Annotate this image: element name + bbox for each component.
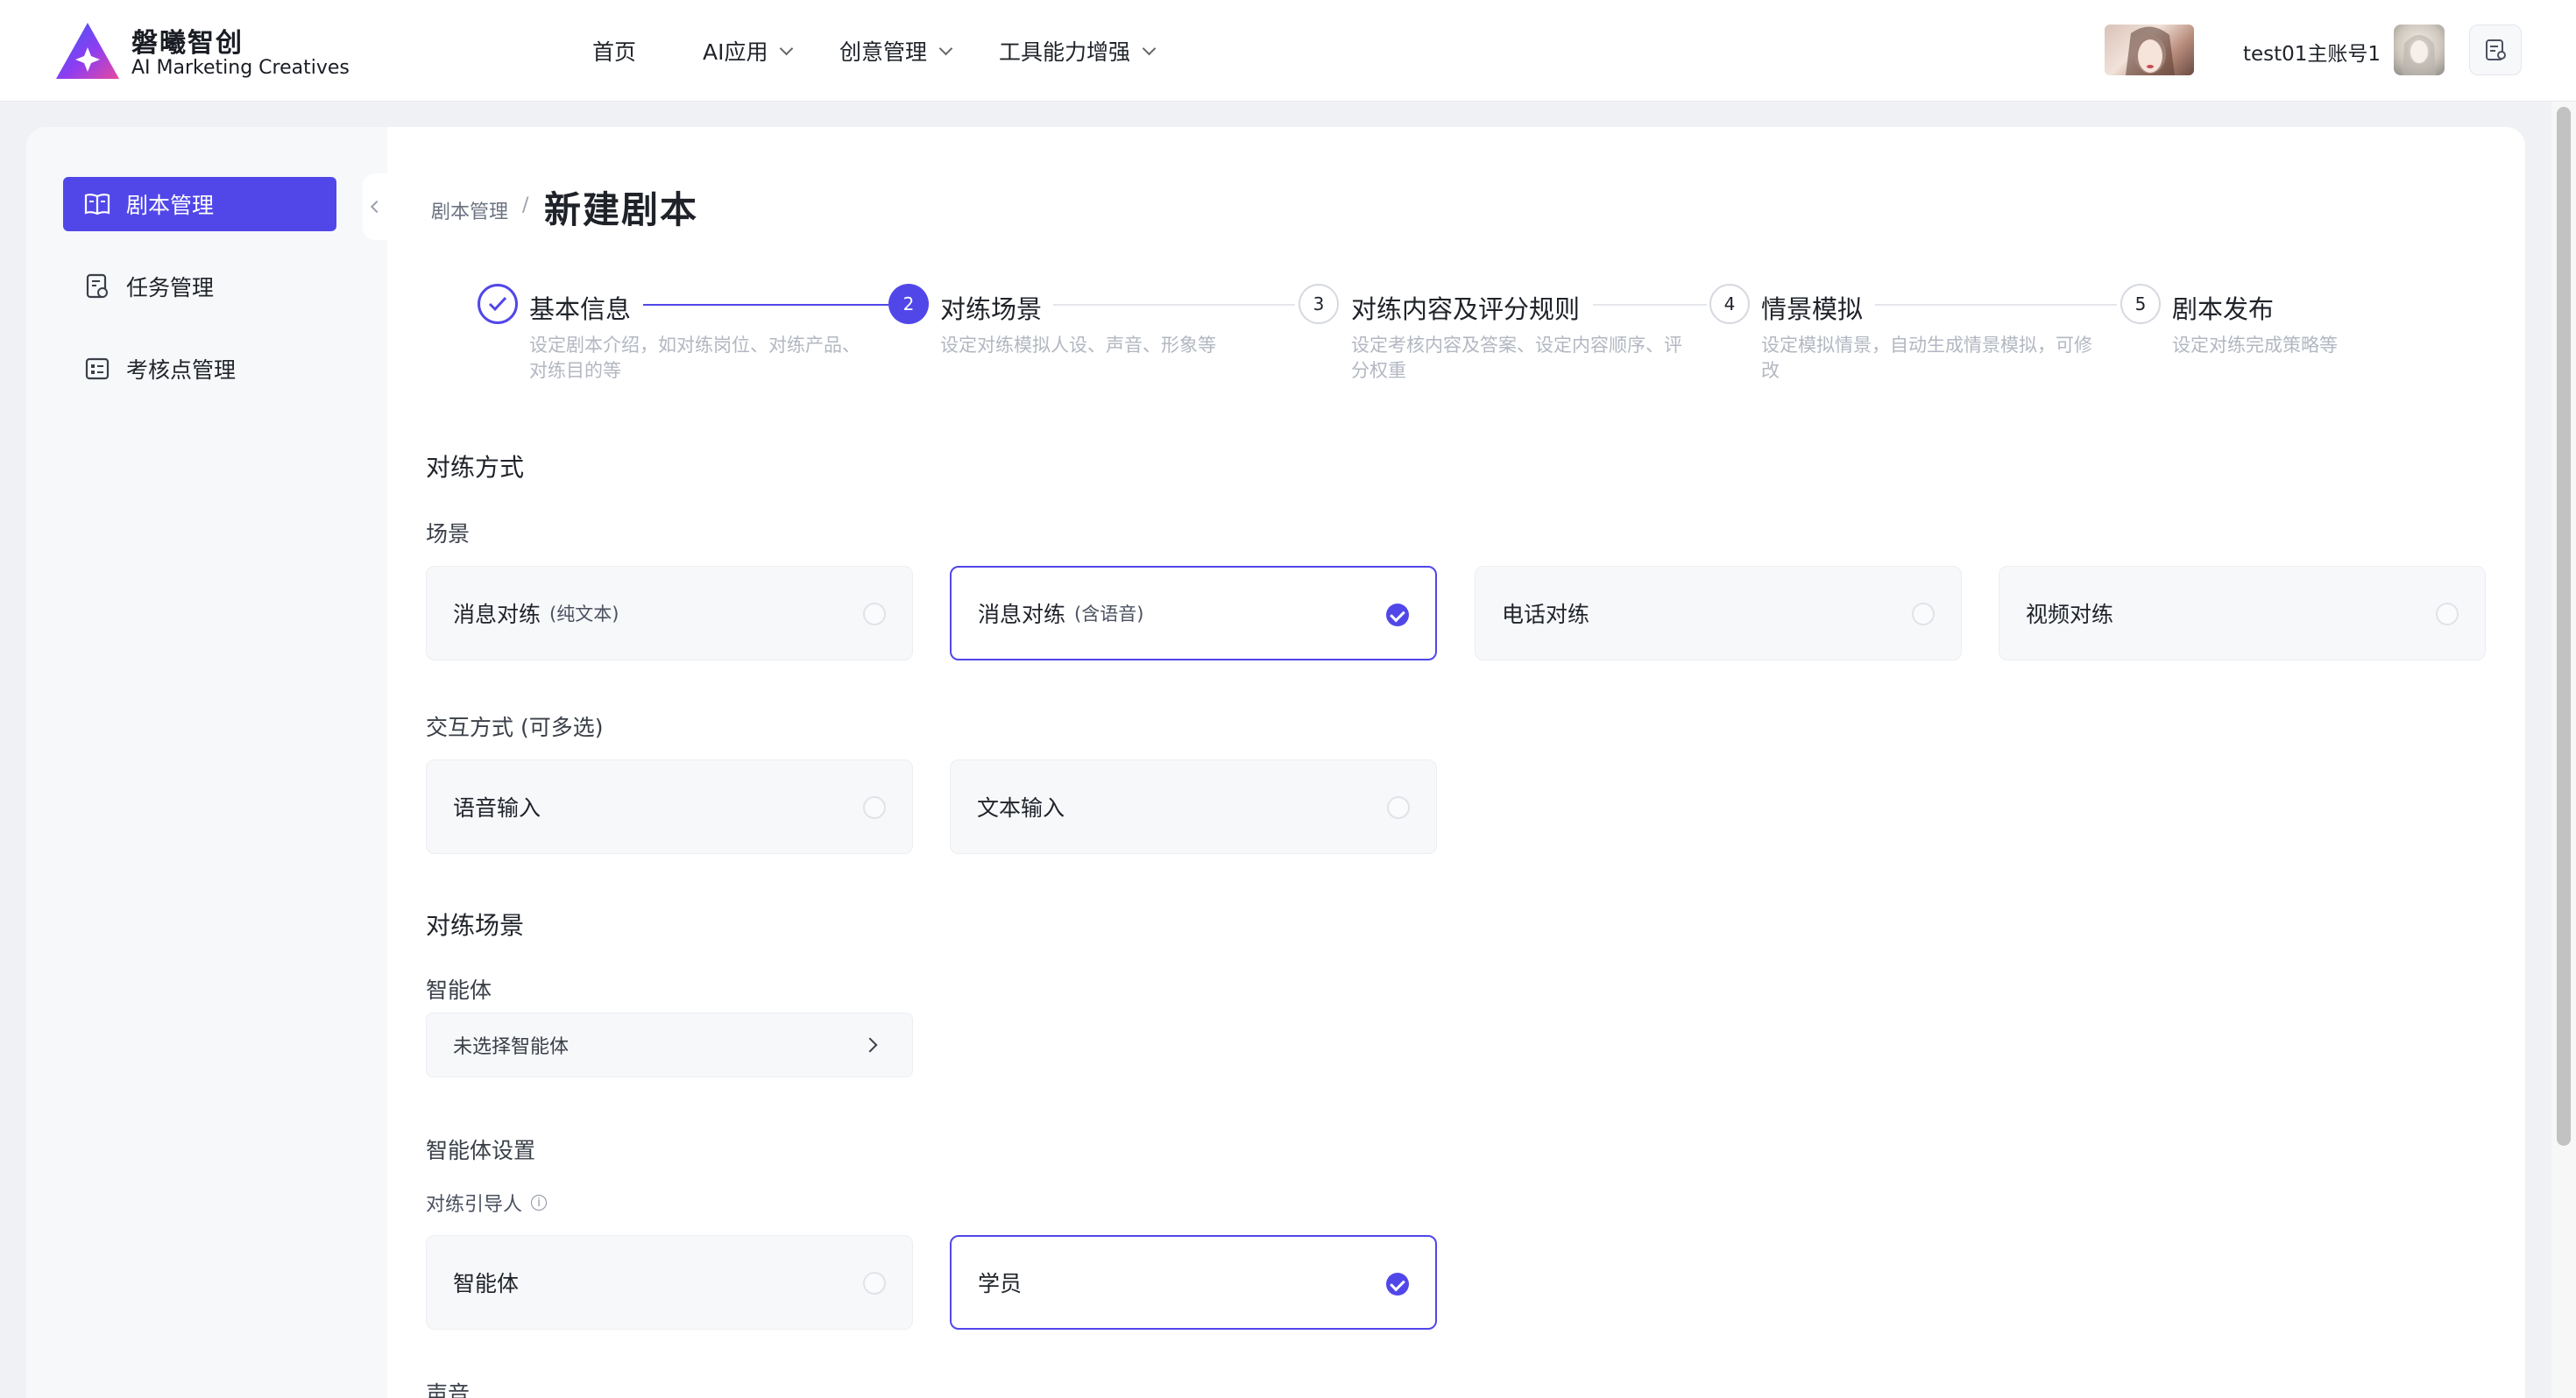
scene-option-video[interactable]: 视频对练: [1999, 566, 2486, 660]
brand-logo-icon[interactable]: [54, 21, 121, 81]
agent-label: 智能体: [426, 978, 492, 1003]
checklist-icon: [84, 356, 110, 382]
nav-tools-label: 工具能力增强: [999, 39, 1131, 65]
step-connector: [643, 304, 888, 306]
step-connector: [1053, 304, 1295, 306]
step-2-desc: 设定对练模拟人设、声音、形象等: [940, 335, 1216, 356]
radio-checked-icon[interactable]: [1386, 604, 1409, 626]
chevron-down-icon: [780, 41, 794, 55]
scrollbar-thumb[interactable]: [2557, 107, 2571, 1146]
step-1-indicator[interactable]: [478, 284, 518, 324]
voice-label: 声音: [426, 1381, 471, 1398]
step-1-title[interactable]: 基本信息: [529, 289, 631, 326]
agent-select[interactable]: 未选择智能体: [426, 1013, 913, 1077]
breadcrumb-separator: /: [522, 194, 529, 216]
avatar[interactable]: [2394, 25, 2445, 75]
nav-home-label: 首页: [592, 39, 637, 65]
interaction-option-voice-input[interactable]: 语音输入: [426, 759, 913, 854]
practice-scene-title: 对练场景: [426, 911, 525, 940]
option-sublabel: (纯文本): [549, 604, 619, 625]
radio-unchecked-icon[interactable]: [1387, 796, 1410, 819]
sidebar-item-task-management[interactable]: 任务管理: [63, 259, 336, 314]
chevron-down-icon: [938, 41, 953, 55]
user-name[interactable]: test01主账号1: [2243, 37, 2381, 67]
sidebar-item-label: 任务管理: [126, 275, 215, 300]
option-label: 消息对练: [978, 602, 1066, 627]
guide-option-student[interactable]: 学员: [950, 1235, 1437, 1330]
brand-subtitle: AI Marketing Creatives: [131, 57, 350, 79]
nav-home[interactable]: 首页: [592, 0, 636, 102]
agent-settings-title: 智能体设置: [426, 1138, 536, 1163]
step-2-indicator[interactable]: 2: [888, 284, 929, 324]
avatar-image: [2403, 35, 2436, 75]
sidebar-item-label: 剧本管理: [126, 193, 215, 218]
radio-unchecked-icon[interactable]: [1912, 603, 1935, 625]
gallery-thumbnail[interactable]: [2105, 25, 2194, 75]
step-4-desc: 设定模拟情景，自动生成情景模拟，可修改: [1761, 335, 2092, 381]
chevron-left-icon: [370, 200, 384, 214]
radio-unchecked-icon[interactable]: [863, 603, 886, 625]
step-1-desc: 设定剧本介绍，如对练岗位、对练产品、对练目的等: [529, 335, 860, 381]
radio-unchecked-icon[interactable]: [863, 796, 886, 819]
scene-label: 场景: [426, 521, 471, 547]
interaction-option-text-input[interactable]: 文本输入: [950, 759, 1437, 854]
agent-select-placeholder: 未选择智能体: [453, 1036, 570, 1058]
practice-mode-title: 对练方式: [426, 453, 525, 482]
nav-ai-apps-label: AI应用: [703, 39, 768, 65]
guide-option-agent[interactable]: 智能体: [426, 1235, 913, 1330]
option-sublabel: (含语音): [1074, 604, 1144, 625]
breadcrumb-parent[interactable]: 剧本管理: [431, 196, 508, 224]
info-icon[interactable]: i: [531, 1195, 548, 1211]
step-4-title[interactable]: 情景模拟: [1761, 289, 1863, 326]
guide-label: 对练引导人: [426, 1194, 523, 1216]
option-label: 文本输入: [977, 795, 1065, 821]
step-connector: [1875, 304, 2117, 306]
step-3-title[interactable]: 对练内容及评分规则: [1351, 289, 1580, 326]
chevron-right-icon: [862, 1037, 878, 1053]
option-label: 语音输入: [453, 795, 541, 821]
sidebar-item-checkpoint-management[interactable]: 考核点管理: [63, 342, 336, 396]
nav-tools[interactable]: 工具能力增强: [999, 0, 1157, 102]
nav-creative-label: 创意管理: [839, 39, 928, 65]
option-label: 学员: [978, 1271, 1023, 1296]
step-2-title[interactable]: 对练场景: [940, 289, 1042, 326]
interaction-label: 交互方式 (可多选): [426, 715, 604, 740]
sidebar-item-label: 考核点管理: [126, 357, 237, 383]
collapse-sidebar-button[interactable]: [363, 173, 387, 240]
radio-checked-icon[interactable]: [1386, 1273, 1409, 1296]
portrait-image: [2126, 26, 2175, 75]
notes-icon: [2486, 39, 2506, 60]
top-bar: 磐曦智创 AI Marketing Creatives 首页 AI应用 创意管理…: [0, 0, 2576, 102]
guide-label-row: 对练引导人 i: [426, 1189, 548, 1217]
nav-creative[interactable]: 创意管理: [839, 0, 953, 102]
notes-button[interactable]: [2469, 25, 2522, 75]
sidebar-item-script-management[interactable]: 剧本管理: [63, 177, 336, 231]
check-icon: [488, 296, 507, 312]
book-icon: [84, 191, 110, 217]
page-title: 新建剧本: [544, 188, 699, 231]
radio-unchecked-icon[interactable]: [863, 1272, 886, 1295]
sidebar: [26, 127, 387, 1398]
step-4-indicator[interactable]: 4: [1709, 284, 1750, 324]
step-5-title[interactable]: 剧本发布: [2172, 289, 2274, 326]
option-label: 消息对练: [453, 602, 541, 627]
scene-option-text-message[interactable]: 消息对练 (纯文本): [426, 566, 913, 660]
step-3-indicator[interactable]: 3: [1299, 284, 1339, 324]
option-label: 电话对练: [1502, 602, 1590, 627]
option-label: 视频对练: [2026, 602, 2114, 627]
step-3-desc: 设定考核内容及答案、设定内容顺序、评分权重: [1351, 335, 1682, 381]
brand-name: 磐曦智创: [131, 28, 244, 59]
scene-option-phone[interactable]: 电话对练: [1475, 566, 1962, 660]
step-5-desc: 设定对练完成策略等: [2172, 335, 2338, 356]
radio-unchecked-icon[interactable]: [2436, 603, 2459, 625]
scene-option-voice-message[interactable]: 消息对练 (含语音): [950, 566, 1437, 660]
nav-ai-apps[interactable]: AI应用: [703, 0, 794, 102]
task-icon: [84, 273, 110, 300]
option-label: 智能体: [453, 1271, 520, 1296]
chevron-down-icon: [1142, 41, 1157, 55]
step-connector: [1593, 304, 1707, 306]
step-5-indicator[interactable]: 5: [2120, 284, 2161, 324]
